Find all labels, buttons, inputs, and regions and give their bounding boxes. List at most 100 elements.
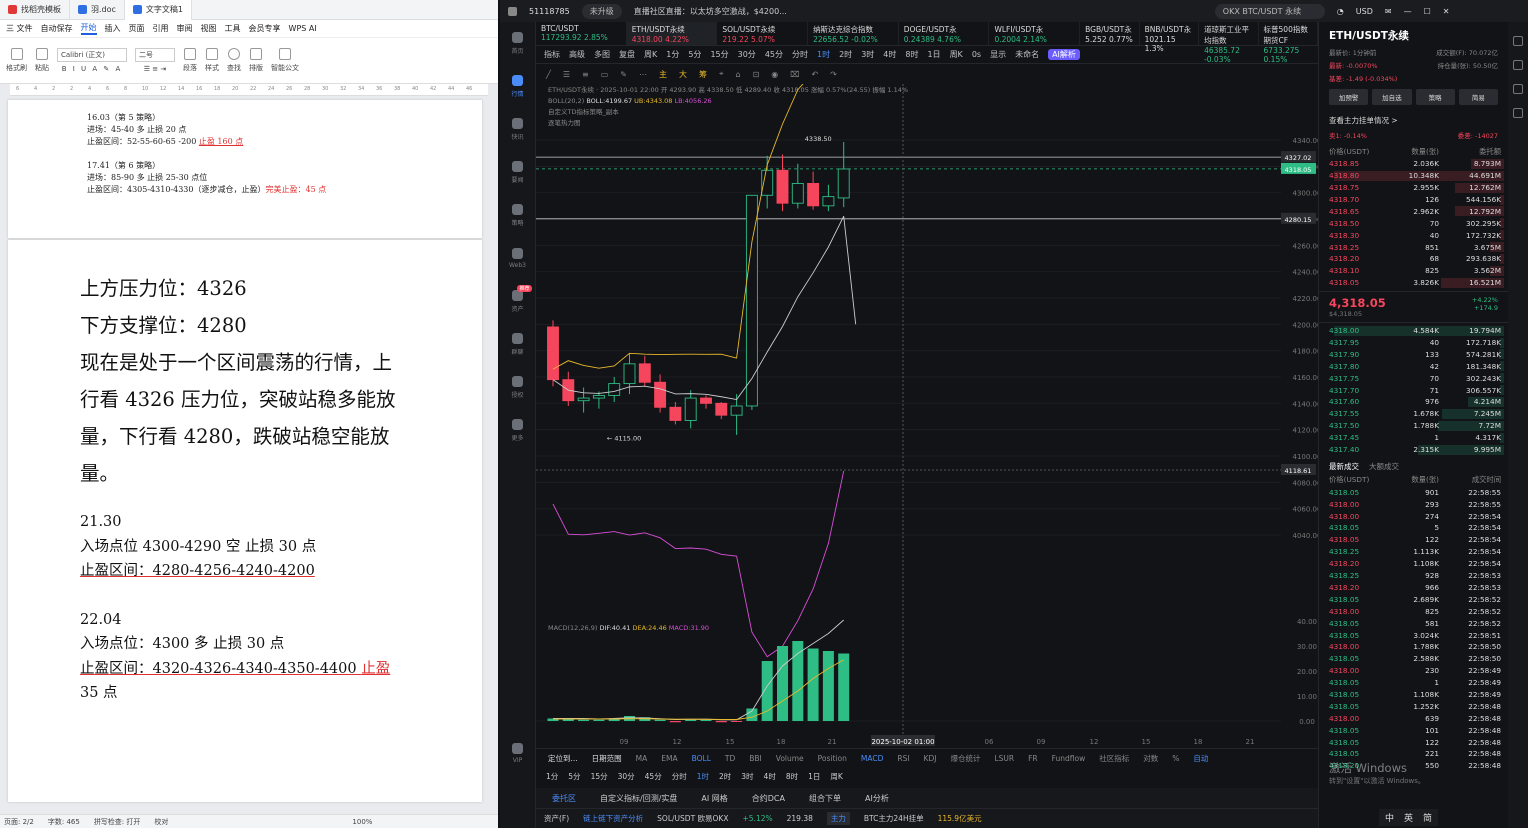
indicator-tab-18[interactable]: % — [1172, 754, 1179, 763]
sidebar-item-9[interactable]: 更多 — [500, 409, 535, 452]
candle-body[interactable] — [791, 182, 804, 204]
toolbar-item-1[interactable]: 高级 — [569, 49, 585, 60]
toolbar-item-11[interactable]: 1时 — [817, 49, 830, 60]
menu-ref[interactable]: 引用 — [153, 23, 169, 34]
timeframe-tab-10[interactable]: 8时 — [786, 771, 798, 782]
toolbar-item-17[interactable]: 周K — [950, 49, 963, 60]
upgrade-badge[interactable]: 未升级 — [581, 3, 622, 19]
price-chart[interactable]: 4340.004320.004300.004280.004260.004240.… — [536, 64, 1321, 748]
sidebar-item-8[interactable]: 授权 — [500, 366, 535, 409]
panel-tab-1[interactable]: 自定义指标/回测/实盘 — [600, 793, 677, 804]
candle-body[interactable] — [547, 326, 559, 381]
indicator-tab-6[interactable]: BBI — [749, 754, 762, 763]
orderbook-row[interactable]: 4317.55 1.678K 7.245M — [1319, 408, 1508, 420]
orderbook-row[interactable]: 4317.50 1.788K 7.72M — [1319, 420, 1508, 432]
ticker-4[interactable]: DOGE/USDT永 0.24389 4.76% — [899, 22, 990, 45]
indicator-tab-19[interactable]: 自动 — [1193, 753, 1208, 764]
orderbook-row[interactable]: 4318.70 126 544.156K — [1319, 194, 1508, 206]
orderbook-row[interactable]: 4318.65 2.962K 12.792M — [1319, 205, 1508, 217]
brush-indicator-icon[interactable]: 筹 — [699, 69, 707, 80]
ticker-6[interactable]: BGB/USDT永 5.252 0.77% — [1080, 22, 1140, 45]
indicator-tab-3[interactable]: EMA — [661, 754, 677, 763]
brush-tool-icon[interactable]: ✎ — [620, 70, 627, 79]
indicator-tab-8[interactable]: Position — [818, 754, 847, 763]
toolbar-item-0[interactable]: 指标 — [544, 49, 560, 60]
candle-body[interactable] — [730, 405, 743, 416]
orderbook-row[interactable]: 4317.60 976 4.214M — [1319, 396, 1508, 408]
tab-large-trades[interactable]: 大额成交 — [1369, 461, 1399, 472]
measure-tool-icon[interactable]: ⌖ — [719, 69, 724, 79]
ticker-8[interactable]: 道琼斯工业平均指数 46385.72 -0.03% — [1199, 22, 1259, 64]
candle-body[interactable] — [623, 363, 636, 385]
wps-tab-template[interactable]: 找稻壳模板 — [0, 0, 70, 20]
orderbook-row[interactable]: 4318.30 40 172.732K — [1319, 229, 1508, 241]
ticker-5[interactable]: WLFI/USDT永 0.2004 2.14% — [989, 22, 1081, 45]
asset-analysis-link[interactable]: 链上链下资产分析 — [583, 813, 643, 824]
sidebar-item-5[interactable]: Web3 — [500, 237, 535, 280]
redo-icon[interactable]: ↷ — [830, 70, 837, 79]
orderbook-row[interactable]: 4318.75 2.955K 12.762M — [1319, 182, 1508, 194]
undo-icon[interactable]: ↶ — [811, 70, 818, 79]
toolbar-item-21[interactable]: AI解析 — [1048, 49, 1080, 60]
action-button-0[interactable]: 加预警 — [1329, 89, 1369, 105]
indicator-tab-12[interactable]: 爆仓统计 — [950, 753, 980, 764]
orderbook-row[interactable]: 4318.00 4.584K 19.794M — [1319, 325, 1508, 337]
orderbook-row[interactable]: 4318.80 10.348K 44.691M — [1319, 170, 1508, 182]
orderbook-row[interactable]: 4317.90 133 574.281K — [1319, 348, 1508, 360]
big-indicator-icon[interactable]: 大 — [679, 69, 687, 80]
channel-tool-icon[interactable]: ≡ — [582, 70, 589, 79]
action-button-3[interactable]: 简易 — [1458, 89, 1498, 105]
toolbar-item-12[interactable]: 2时 — [839, 49, 852, 60]
toolbar-item-14[interactable]: 4时 — [883, 49, 896, 60]
timeframe-tab-1[interactable]: 5分 — [568, 771, 580, 782]
candle-body[interactable] — [592, 394, 605, 399]
action-button-1[interactable]: 加自选 — [1372, 89, 1412, 105]
ticker-9[interactable]: 标普500指数期货CF 6733.275 0.15% — [1259, 22, 1318, 64]
close-icon[interactable]: ✕ — [1443, 7, 1450, 16]
orderbook-row[interactable]: 4318.50 70 302.295K — [1319, 217, 1508, 229]
eye-icon[interactable]: ◉ — [771, 70, 778, 79]
candle-body[interactable] — [684, 397, 697, 421]
layout-button[interactable]: 排版 — [249, 48, 263, 73]
menu-member[interactable]: 会员专享 — [249, 23, 281, 34]
orderbook-row[interactable]: 4317.95 40 172.718K — [1319, 337, 1508, 349]
toolbar-item-13[interactable]: 3时 — [861, 49, 874, 60]
menu-page[interactable]: 页面 — [129, 23, 145, 34]
sidebar-item-7[interactable]: 群聊 — [500, 323, 535, 366]
timeframe-tab-9[interactable]: 4时 — [764, 771, 776, 782]
ticker-2[interactable]: SOL/USDT永续 219.22 5.07% — [717, 22, 809, 45]
toolbar-item-8[interactable]: 30分 — [738, 49, 756, 60]
mail-icon[interactable]: ✉ — [1385, 7, 1392, 16]
candle-body[interactable] — [577, 397, 590, 402]
sidebar-item-3[interactable]: 要闻 — [500, 151, 535, 194]
orderbook-row[interactable]: 4318.20 68 293.638K — [1319, 253, 1508, 265]
timeframe-tab-6[interactable]: 1时 — [697, 771, 709, 782]
chart-svg[interactable]: 4340.004320.004300.004280.004260.004240.… — [536, 64, 1321, 748]
layout-icon[interactable] — [1513, 36, 1523, 46]
menu-view[interactable]: 视图 — [201, 23, 217, 34]
bell-icon[interactable]: ◔ — [1337, 7, 1344, 16]
timeframe-tab-0[interactable]: 1分 — [546, 771, 558, 782]
indicator-tab-10[interactable]: RSI — [897, 754, 909, 763]
candle-body[interactable] — [608, 383, 621, 396]
menu-insert[interactable]: 插入 — [105, 23, 121, 34]
orderbook-row[interactable]: 4317.80 42 181.348K — [1319, 360, 1508, 372]
action-button-2[interactable]: 策略 — [1415, 89, 1455, 105]
find-button[interactable]: 查找 — [227, 48, 241, 73]
timeframe-tab-4[interactable]: 45分 — [645, 771, 662, 782]
ticker-0[interactable]: BTC/USDT 117293.92 2.85% — [536, 22, 627, 45]
menu-autosave[interactable]: 自动保存 — [41, 23, 73, 34]
candle-body[interactable] — [807, 182, 820, 207]
avatar[interactable] — [508, 6, 517, 16]
main-indicator-icon[interactable]: 主 — [659, 69, 667, 80]
search-input[interactable]: OKX BTC/USDT 永续 — [1214, 3, 1325, 19]
asset-label[interactable]: 资产(F) — [544, 813, 569, 824]
tab-latest-trades[interactable]: 最新成交 — [1329, 461, 1359, 472]
ticker-7[interactable]: BNB/USDT永 1021.15 1.3% — [1140, 22, 1200, 53]
sidebar-item-4[interactable]: 策略 — [500, 194, 535, 237]
orderbook-row[interactable]: 4317.75 70 302.243K — [1319, 372, 1508, 384]
indicator-tab-11[interactable]: KDJ — [924, 754, 937, 763]
panel-tab-2[interactable]: AI 网格 — [701, 793, 727, 804]
font-select[interactable]: Calibri (正文) — [57, 48, 127, 62]
sidebar-item-6[interactable]: 资产 推荐 — [500, 280, 535, 323]
